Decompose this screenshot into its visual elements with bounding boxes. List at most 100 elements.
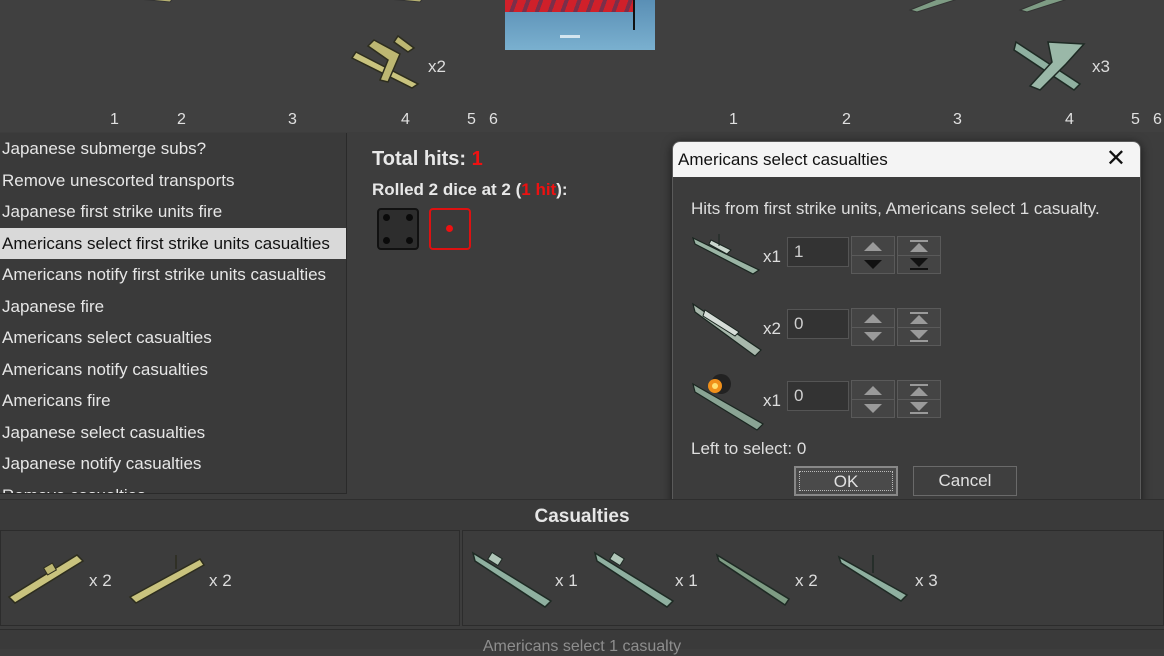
step-item[interactable]: Americans notify casualties <box>0 354 346 386</box>
unit-count: x 2 <box>795 571 818 590</box>
plane-icon <box>1018 0 1067 13</box>
set-min-button[interactable] <box>898 255 940 273</box>
increment-decrement-spinner[interactable] <box>851 308 895 346</box>
max-icon <box>910 243 928 252</box>
step-item[interactable]: Americans fire <box>0 385 346 417</box>
decrement-button[interactable] <box>852 399 894 417</box>
arrow-up-icon <box>864 313 882 323</box>
submarine-icon <box>7 554 85 604</box>
status-text: Americans select 1 casualty <box>482 638 682 655</box>
battleship-icon <box>691 234 761 275</box>
casualties-header: Casualties <box>0 499 1164 530</box>
step-item-selected[interactable]: Americans select first strike units casu… <box>0 227 346 259</box>
total-hits: Total hits: 1 <box>372 148 483 171</box>
step-item[interactable]: Americans notify first strike units casu… <box>0 259 346 291</box>
ruler-number: 5 <box>467 111 476 128</box>
step-item[interactable]: Japanese notify casualties <box>0 448 346 480</box>
decrement-button[interactable] <box>852 255 894 273</box>
ruler-number: 4 <box>1065 111 1074 128</box>
dialog-message: Hits from first strike units, Americans … <box>691 199 1100 218</box>
battle-steps-list[interactable]: Japanese submerge subs? Remove unescorte… <box>0 133 347 494</box>
ruler-number: 6 <box>1153 111 1162 128</box>
die-one-hit <box>429 208 471 250</box>
select-casualties-dialog: Americans select casualties ✕ Hits from … <box>672 141 1141 519</box>
ruler-number: 3 <box>288 111 297 128</box>
decrement-button[interactable] <box>852 327 894 345</box>
step-item[interactable]: Japanese fire <box>0 291 346 323</box>
unit-multiplier: x2 <box>763 319 781 338</box>
unit-count: x3 <box>1092 57 1110 76</box>
ruler-number: 2 <box>842 111 851 128</box>
unit-multiplier: x1 <box>763 247 781 266</box>
unit-count: x 1 <box>675 571 698 590</box>
ruler-number: 2 <box>177 111 186 128</box>
battle-units-strip: x2 x3 1 2 3 4 5 6 1 2 3 4 5 6 <box>0 0 1164 132</box>
territory-flag <box>505 0 655 50</box>
ruler-number: 5 <box>1131 111 1140 128</box>
set-min-button[interactable] <box>898 399 940 417</box>
plane-icon <box>908 0 957 13</box>
step-item[interactable]: Americans select casualties <box>0 322 346 354</box>
step-item[interactable]: Japanese select casualties <box>0 417 346 449</box>
submarine-icon <box>128 555 206 604</box>
cruiser-icon <box>593 551 675 608</box>
ruler-number: 6 <box>489 111 498 128</box>
max-min-spinner[interactable] <box>897 308 941 346</box>
casualty-count-input[interactable] <box>787 237 849 267</box>
die-four <box>377 208 419 250</box>
increment-button[interactable] <box>852 381 894 400</box>
submarine-icon <box>715 553 791 607</box>
min-icon <box>910 330 928 339</box>
rolled-hits: 1 hit <box>521 180 557 199</box>
unit-count: x 1 <box>555 571 578 590</box>
set-min-button[interactable] <box>898 327 940 345</box>
arrow-up-icon <box>864 385 882 395</box>
max-min-spinner[interactable] <box>897 380 941 418</box>
casualty-row: x1 <box>691 368 1131 431</box>
unit-count: x2 <box>428 57 446 76</box>
arrow-down-icon <box>864 331 882 341</box>
cruiser-icon <box>471 551 553 608</box>
damaged-battleship-icon <box>692 374 764 431</box>
rolled-summary: Rolled 2 dice at 2 (1 hit): <box>372 180 568 200</box>
set-max-button[interactable] <box>898 309 940 328</box>
casualty-row: x2 <box>691 300 1131 360</box>
step-item[interactable]: Japanese first strike units fire <box>0 196 346 228</box>
set-max-button[interactable] <box>898 381 940 400</box>
ok-button[interactable]: OK <box>794 466 898 496</box>
cancel-button[interactable]: Cancel <box>913 466 1017 496</box>
arrow-down-icon <box>864 403 882 413</box>
min-icon <box>910 402 928 411</box>
bomber-icon <box>350 34 420 89</box>
arrow-down-icon <box>864 259 882 269</box>
increment-decrement-spinner[interactable] <box>851 380 895 418</box>
plane-icon <box>143 0 173 3</box>
step-item[interactable]: Japanese submerge subs? <box>0 133 346 165</box>
increment-button[interactable] <box>852 237 894 256</box>
max-min-spinner[interactable] <box>897 236 941 274</box>
japanese-casualties-panel: x 2 x 2 <box>0 530 460 626</box>
step-item[interactable]: Remove unescorted transports <box>0 165 346 197</box>
unit-count: x 2 <box>89 571 112 590</box>
min-icon <box>910 258 928 267</box>
dialog-title: Americans select casualties <box>678 150 888 169</box>
step-item[interactable]: Remove casualties <box>0 480 346 494</box>
fighter-icon <box>1013 40 1086 91</box>
total-hits-value: 1 <box>471 148 483 170</box>
rolled-prefix: Rolled 2 dice at 2 ( <box>372 180 522 199</box>
increment-button[interactable] <box>852 309 894 328</box>
american-casualties-panel: x 1 x 1 x 2 x 3 <box>462 530 1164 626</box>
arrow-up-icon <box>864 241 882 251</box>
casualty-count-input[interactable] <box>787 309 849 339</box>
close-icon[interactable]: ✕ <box>1106 146 1126 172</box>
increment-decrement-spinner[interactable] <box>851 236 895 274</box>
left-to-select: Left to select: 0 <box>691 439 807 458</box>
ruler-number: 1 <box>110 111 119 128</box>
status-bar: Americans select 1 casualty <box>0 629 1164 655</box>
unit-count: x 3 <box>915 571 938 590</box>
casualty-count-input[interactable] <box>787 381 849 411</box>
casualty-row: x1 <box>691 230 1131 290</box>
dialog-titlebar[interactable]: Americans select casualties ✕ <box>673 142 1140 177</box>
set-max-button[interactable] <box>898 237 940 256</box>
rolled-suffix: ): <box>556 180 568 199</box>
